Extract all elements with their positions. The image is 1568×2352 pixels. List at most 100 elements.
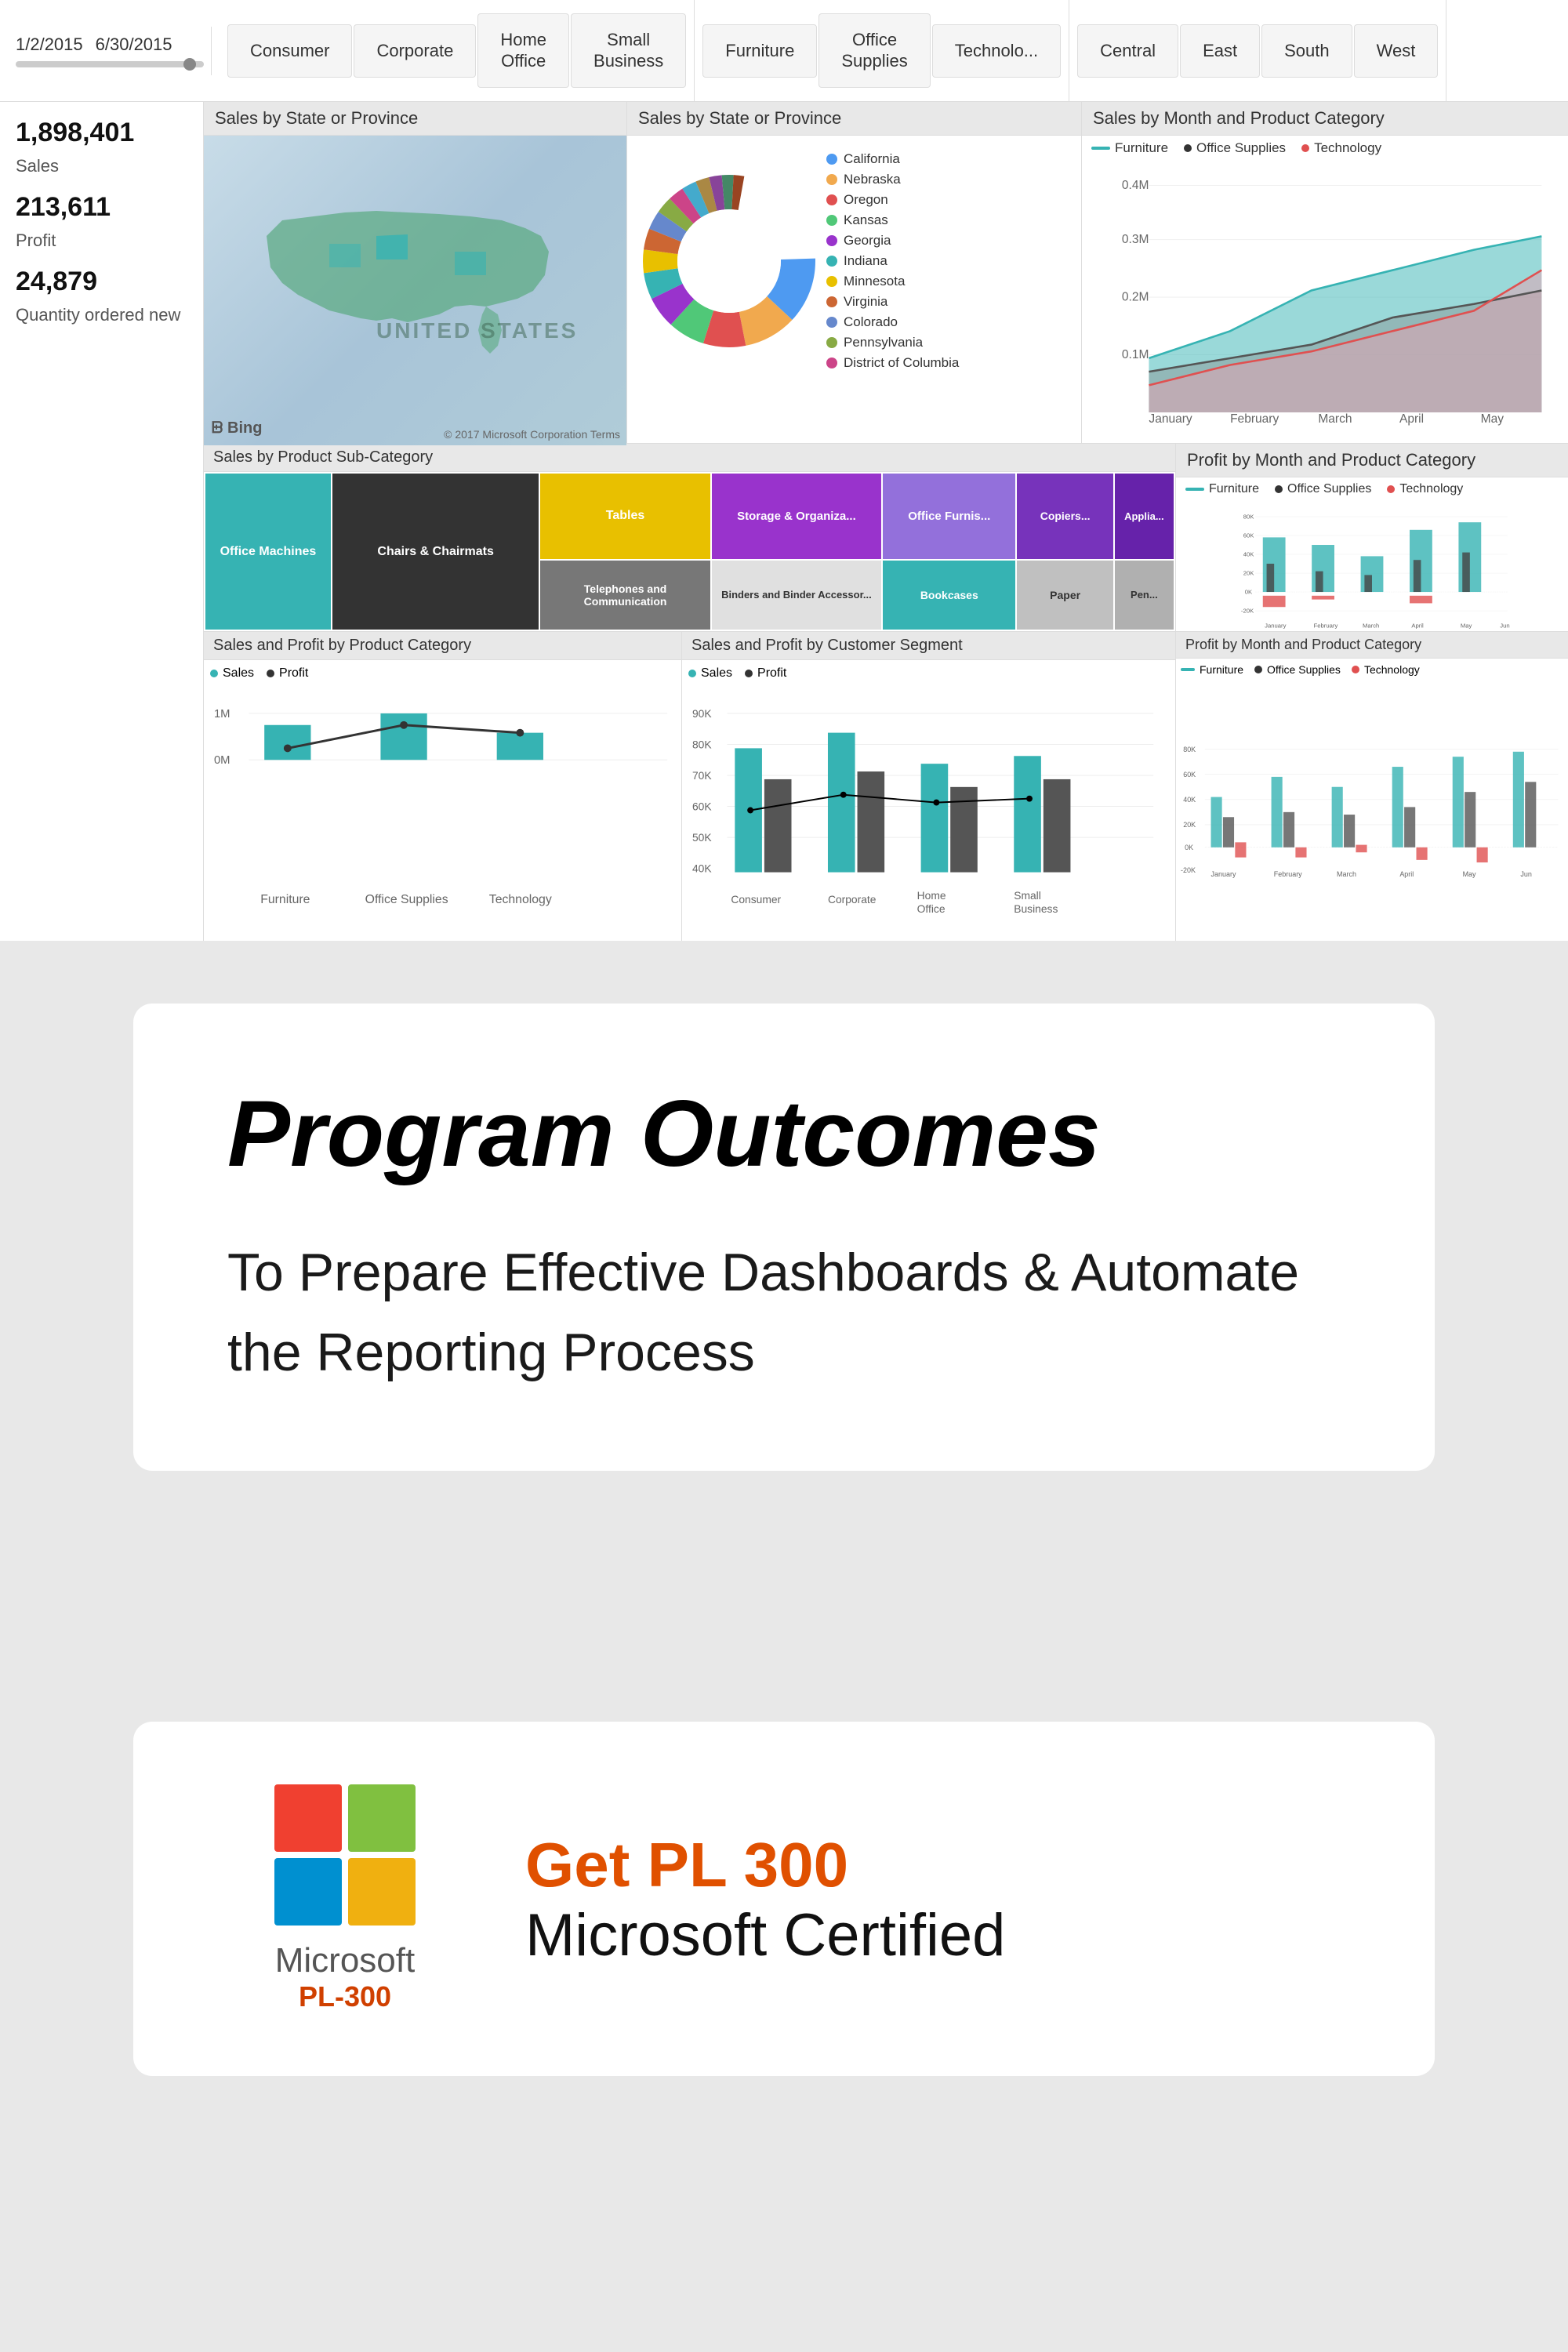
cert-card: Microsoft PL-300 Get PL 300 Microsoft Ce… [133,1722,1435,2076]
filter-south[interactable]: South [1261,24,1352,78]
treemap-cell-pen: Pen... [1115,561,1174,630]
qty-label: Quantity ordered new [16,305,187,325]
line-chart-bottom-svg: 80K 60K 40K 20K 0K -20K [1176,501,1568,641]
treemap-col-6: Copiers... Paper [1017,474,1112,630]
treemap-col-2: Chairs & Chairmats [332,474,539,630]
svg-text:January: January [1211,870,1236,878]
program-outcomes-section: Program Outcomes To Prepare Effective Da… [0,941,1568,2139]
top-chart-row: Sales by State or Province UN [204,102,1568,443]
bar-segment-svg: 90K 80K 70K 60K 50K 40K [682,687,1175,934]
treemap-col-1: Office Machines [205,474,331,630]
line-chart-bottom-container: Profit by Month and Product Category Fur… [1176,444,1568,631]
svg-text:April: April [1411,622,1424,630]
svg-text:40K: 40K [1183,796,1196,804]
filter-home-office[interactable]: HomeOffice [477,13,569,88]
svg-text:60K: 60K [1183,771,1196,779]
filter-consumer[interactable]: Consumer [227,24,352,78]
svg-text:70K: 70K [692,769,712,782]
svg-text:60K: 60K [1243,532,1255,539]
treemap-cell-storage: Storage & Organiza... [712,474,881,558]
bar-segment-legend: Sales Profit [682,660,1175,687]
svg-text:1M: 1M [214,708,230,720]
bar-product-section: Sales and Profit by Product Category Sal… [204,632,682,941]
svg-text:-20K: -20K [1181,866,1196,874]
filter-office-supplies[interactable]: OfficeSupplies [818,13,930,88]
bar-right-title: Profit by Month and Product Category [1176,632,1568,659]
outcomes-title: Program Outcomes [227,1082,1341,1185]
treemap-cell-copiers: Copiers... [1017,474,1112,558]
map-body: UNITED STATES ᗸ Bing © 2017 Microsoft Co… [204,136,626,445]
bar-product-svg: 1M 0M [204,687,681,934]
svg-text:March: March [1363,622,1379,630]
filter-west[interactable]: West [1354,24,1439,78]
svg-text:March: March [1337,870,1356,878]
dashboard-section: 1/2/2015 6/30/2015 Consumer Corporate Ho… [0,0,1568,941]
svg-text:-20K: -20K [1241,608,1254,615]
svg-text:80K: 80K [1183,746,1196,753]
svg-text:Consumer: Consumer [731,893,781,906]
ms-logo-blue [274,1858,342,1926]
sales-label: Sales [16,156,187,176]
date-end: 6/30/2015 [96,34,172,55]
treemap-cell-tables: Tables [540,474,710,558]
treemap-cell-chairs: Chairs & Chairmats [332,474,539,630]
svg-text:80K: 80K [1243,514,1255,521]
cert-text: Get PL 300 Microsoft Certified [525,1829,1005,1969]
svg-text:February: February [1274,870,1302,878]
line-chart-top-svg: 0.4M 0.3M 0.2M 0.1M [1082,161,1568,434]
svg-text:90K: 90K [692,707,712,720]
filter-furniture[interactable]: Furniture [702,24,817,78]
svg-text:February: February [1230,412,1279,426]
date-slider[interactable] [16,61,204,67]
donut-chart-svg [643,175,815,347]
svg-text:20K: 20K [1183,821,1196,829]
svg-text:January: January [1149,412,1192,426]
donut-title: Sales by State or Province [627,102,1081,136]
svg-text:Furniture: Furniture [260,893,310,906]
segment-filter-group: Consumer Corporate HomeOffice SmallBusin… [220,0,695,101]
treemap-cell-office-machines: Office Machines [205,474,331,630]
category-filter-group: Furniture OfficeSupplies Technolo... [695,0,1069,101]
svg-text:Business: Business [1014,902,1058,915]
ms-logo-red [274,1784,342,1852]
main-charts: Sales by State or Province UN [204,102,1568,941]
qty-value: 24,879 [16,267,187,297]
filter-east[interactable]: East [1180,24,1260,78]
bar-right-legend: Furniture Office Supplies Technology [1176,659,1568,681]
line-chart-top-title: Sales by Month and Product Category [1082,102,1568,136]
treemap-col-5: Office Furnis... Bookcases [883,474,1015,630]
svg-text:April: April [1399,412,1424,426]
treemap-body: Office Machines Chairs & Chairmats Table… [204,472,1175,631]
treemap-cell-binders: Binders and Binder Accessor... [712,561,881,630]
map-copyright: © 2017 Microsoft Corporation Terms [444,428,620,441]
svg-text:May: May [1461,622,1472,630]
svg-text:Office: Office [917,902,946,915]
svg-text:Jun: Jun [1500,622,1509,630]
svg-text:Home: Home [917,889,946,902]
date-slider-handle[interactable] [183,58,196,71]
svg-text:Office Supplies: Office Supplies [365,893,448,906]
svg-text:0.2M: 0.2M [1122,290,1149,303]
treemap-col-3: Tables Telephones and Communication [540,474,710,630]
treemap-cell-applia: Applia... [1115,474,1174,558]
filter-bar: 1/2/2015 6/30/2015 Consumer Corporate Ho… [0,0,1568,102]
ms-pl: PL-300 [299,1980,391,2013]
sales-value: 1,898,401 [16,118,187,148]
svg-text:Jun: Jun [1520,870,1531,878]
treemap-cell-paper: Paper [1017,561,1112,630]
ms-logo-yellow [348,1858,416,1926]
bar-right-section: Profit by Month and Product Category Fur… [1176,632,1568,941]
filter-central[interactable]: Central [1077,24,1178,78]
treemap-col-7: Applia... Pen... [1115,474,1174,630]
treemap-container: Sales by Product Sub-Category Office Mac… [204,444,1176,631]
date-filter: 1/2/2015 6/30/2015 [8,27,212,75]
svg-text:UNITED STATES: UNITED STATES [376,318,578,343]
filter-technology[interactable]: Technolo... [932,24,1061,78]
filter-corporate[interactable]: Corporate [354,24,476,78]
svg-text:0K: 0K [1245,589,1253,596]
line-chart-top-legend: Furniture Office Supplies Technology [1082,136,1568,161]
ms-logo: Microsoft PL-300 [227,1784,463,2013]
filter-small-business[interactable]: SmallBusiness [571,13,686,88]
bing-logo: ᗸ Bing [212,419,262,437]
bar-right-svg: 80K 60K 40K 20K 0K -20K [1176,681,1568,934]
